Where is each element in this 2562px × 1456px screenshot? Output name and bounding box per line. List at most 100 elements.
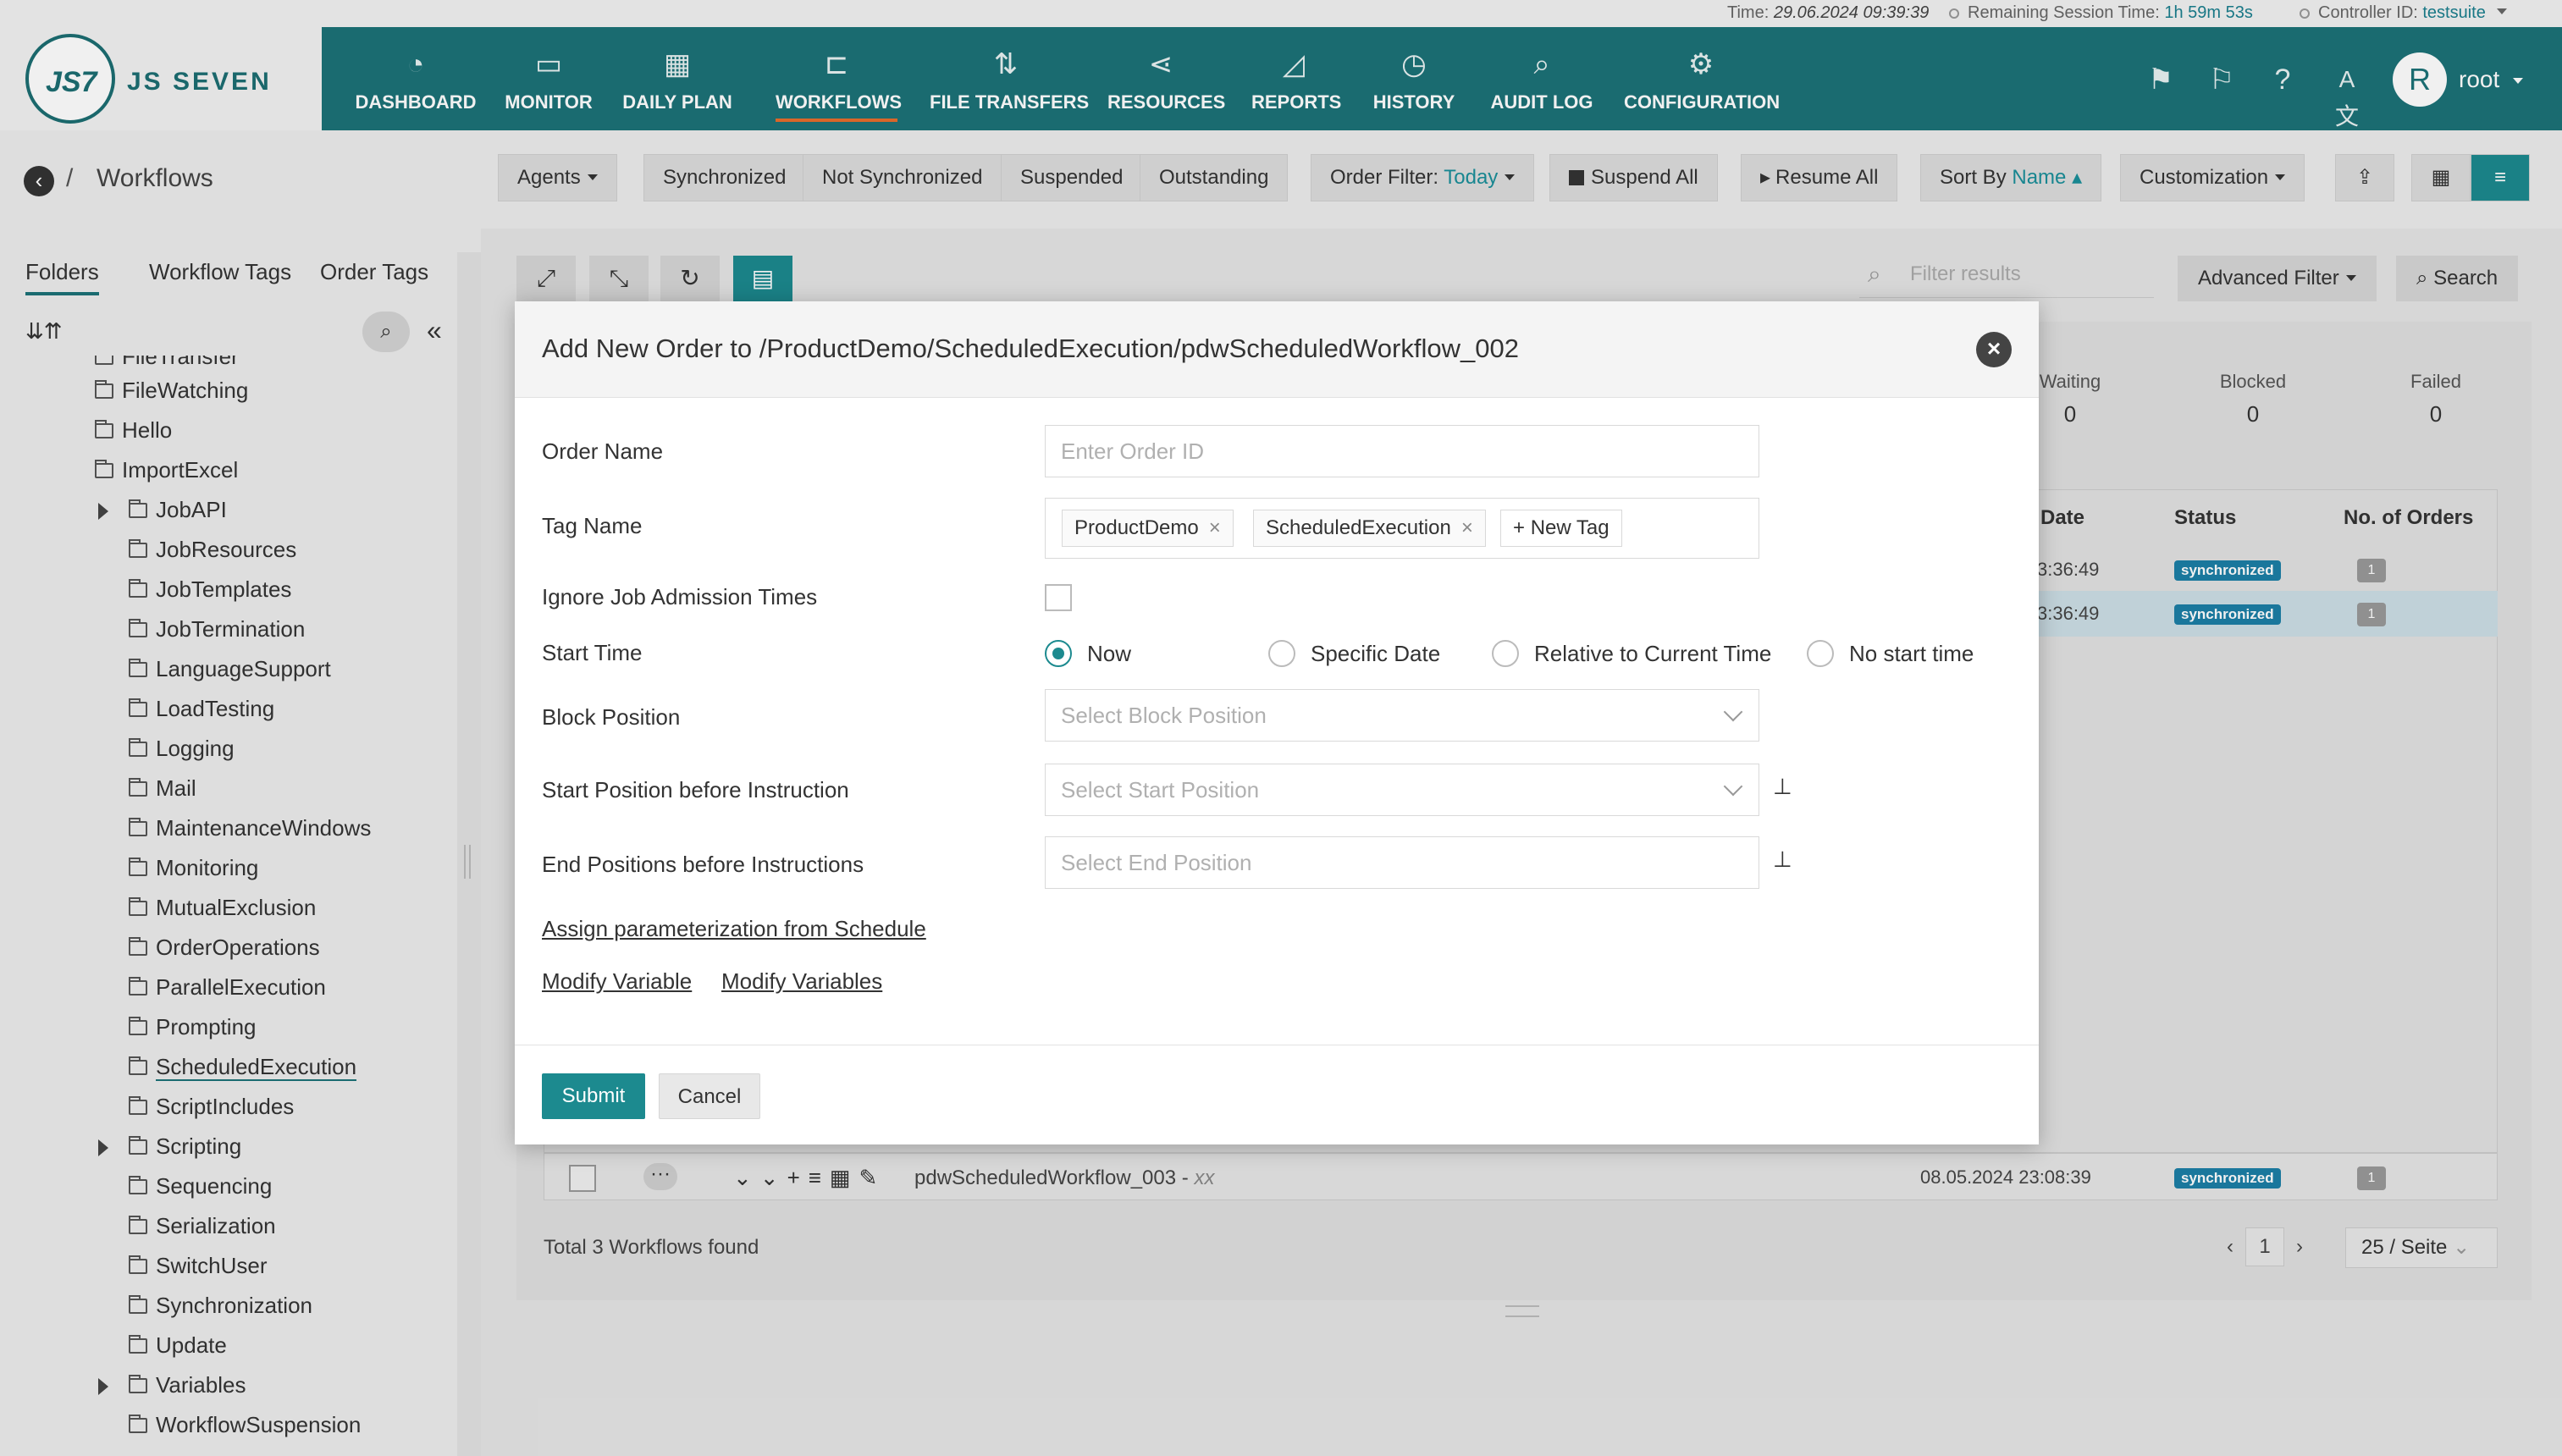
export-icon[interactable]: ⇪ bbox=[2335, 154, 2394, 201]
sort-dropdown[interactable]: Sort By Name ▴ bbox=[1920, 154, 2102, 201]
modify-variable-link[interactable]: Modify Variable bbox=[542, 968, 692, 995]
tree-folder[interactable]: ImportExcel bbox=[95, 457, 238, 483]
expand-all-icon[interactable]: ⤢ bbox=[516, 256, 576, 301]
logo[interactable]: JS7 bbox=[25, 34, 115, 124]
expand-arrow-icon[interactable] bbox=[98, 503, 108, 520]
tree-folder[interactable]: LoadTesting bbox=[129, 696, 274, 722]
resize-handle[interactable] bbox=[1505, 1305, 1539, 1317]
collapse-all-icon[interactable]: ⤡ bbox=[589, 256, 649, 301]
row-tool-icons[interactable]: ⌄⌄+≡▦✎ bbox=[733, 1165, 886, 1191]
filter-outstanding[interactable]: Outstanding bbox=[1140, 154, 1289, 201]
nav-dashboard[interactable]: ◔ DASHBOARD bbox=[354, 27, 478, 130]
hierarchy-icon[interactable]: ⊥ bbox=[1773, 774, 1792, 800]
row-checkbox[interactable] bbox=[569, 1165, 596, 1192]
page-size-select[interactable]: 25 / Seite ⌄ bbox=[2345, 1227, 2498, 1268]
nav-resources[interactable]: ⋖ RESOURCES bbox=[1107, 27, 1225, 130]
language-icon[interactable]: A文 bbox=[2328, 61, 2366, 130]
assign-from-schedule-link[interactable]: Assign parameterization from Schedule bbox=[542, 916, 926, 942]
order-count-badge[interactable]: 1 bbox=[2357, 559, 2386, 582]
nav-file-transfers[interactable]: ⇅ FILE TRANSFERS bbox=[930, 27, 1089, 130]
tree-folder[interactable]: WorkflowSuspension bbox=[129, 1412, 361, 1438]
filter-synchronized[interactable]: Synchronized bbox=[643, 154, 806, 201]
order-name-input[interactable]: Enter Order ID bbox=[1045, 425, 1759, 477]
submit-button[interactable]: Submit bbox=[542, 1073, 645, 1119]
start-now-radio[interactable]: Now bbox=[1045, 640, 1131, 667]
help-icon[interactable]: ? bbox=[2264, 61, 2301, 98]
remove-tag-icon[interactable]: × bbox=[1461, 516, 1473, 539]
page-number[interactable]: 1 bbox=[2245, 1227, 2284, 1266]
search-button[interactable]: ⌕ Search bbox=[2396, 256, 2519, 301]
close-icon[interactable]: × bbox=[1976, 332, 2012, 367]
expand-collapse-all-icon[interactable]: ⇊⇈ bbox=[25, 318, 63, 345]
stat-failed[interactable]: Failed 0 bbox=[2372, 371, 2499, 427]
filter-not-synchronized[interactable]: Not Synchronized bbox=[803, 154, 1002, 201]
tree-folder[interactable]: Monitoring bbox=[129, 855, 258, 881]
tree-folder[interactable]: Sequencing bbox=[129, 1173, 272, 1200]
collapse-panel-icon[interactable]: « bbox=[427, 315, 442, 346]
nav-configuration[interactable]: ⚙ CONFIGURATION bbox=[1624, 27, 1780, 130]
tree-folder[interactable]: OrderOperations bbox=[129, 935, 320, 961]
cancel-button[interactable]: Cancel bbox=[659, 1073, 760, 1119]
panel-splitter[interactable] bbox=[464, 845, 471, 879]
order-count-badge[interactable]: 1 bbox=[2357, 603, 2386, 626]
tree-folder[interactable]: Prompting bbox=[129, 1014, 257, 1040]
start-position-select[interactable]: Select Start Position bbox=[1045, 764, 1759, 816]
workflow-name-link[interactable]: pdwScheduledWorkflow_003 - xx bbox=[914, 1166, 1214, 1190]
next-page-icon[interactable]: › bbox=[2296, 1235, 2303, 1258]
tree-folder-active[interactable]: ScheduledExecution bbox=[129, 1054, 357, 1081]
tree-folder[interactable]: MaintenanceWindows bbox=[129, 815, 371, 841]
nav-daily-plan[interactable]: ▦ DAILY PLAN bbox=[618, 27, 737, 130]
user-menu[interactable]: root bbox=[2459, 66, 2524, 93]
tree-folder[interactable]: JobTemplates bbox=[129, 576, 291, 603]
tree-folder[interactable]: FileTransfer bbox=[95, 356, 239, 370]
list-view-icon[interactable]: ≡ bbox=[2471, 154, 2530, 201]
order-count-badge[interactable]: 1 bbox=[2357, 1166, 2386, 1190]
block-position-select[interactable]: Select Block Position bbox=[1045, 689, 1759, 742]
flag-settings-icon[interactable]: ⚐ bbox=[2203, 61, 2240, 98]
remove-tag-icon[interactable]: × bbox=[1209, 516, 1221, 539]
advanced-filter-button[interactable]: Advanced Filter bbox=[2178, 256, 2377, 301]
tree-folder[interactable]: Serialization bbox=[129, 1213, 276, 1239]
tree-folder[interactable]: Mail bbox=[129, 775, 196, 802]
tree-folder[interactable]: SwitchUser bbox=[129, 1253, 267, 1279]
customization-dropdown[interactable]: Customization bbox=[2120, 154, 2305, 201]
nav-history[interactable]: ◷ HISTORY bbox=[1372, 27, 1456, 130]
agents-dropdown[interactable]: Agents bbox=[498, 154, 617, 201]
tree-folder[interactable]: ScriptIncludes bbox=[129, 1094, 294, 1120]
expand-arrow-icon[interactable] bbox=[98, 1378, 108, 1395]
tag-chip[interactable]: ScheduledExecution × bbox=[1253, 510, 1486, 547]
tree-folder[interactable]: Update bbox=[129, 1332, 227, 1359]
tree-folder[interactable]: JobAPI bbox=[129, 497, 227, 523]
end-position-select[interactable]: Select End Position bbox=[1045, 836, 1759, 889]
refresh-icon[interactable]: ↻ bbox=[660, 256, 720, 301]
back-arrow-icon[interactable]: ‹ bbox=[24, 166, 54, 196]
nav-audit-log[interactable]: ⌕ AUDIT LOG bbox=[1488, 27, 1595, 130]
tree-folder[interactable]: FileWatching bbox=[95, 378, 248, 404]
start-relative-radio[interactable]: Relative to Current Time bbox=[1492, 640, 1771, 667]
tree-folder[interactable]: MutualExclusion bbox=[129, 895, 316, 921]
column-date[interactable]: Date bbox=[2040, 506, 2084, 530]
tab-order-tags[interactable]: Order Tags bbox=[320, 259, 428, 285]
no-start-time-radio[interactable]: No start time bbox=[1807, 640, 1974, 667]
tree-folder[interactable]: LanguageSupport bbox=[129, 656, 331, 682]
modify-variables-link[interactable]: Modify Variables bbox=[721, 968, 882, 995]
tree-folder[interactable]: ParallelExecution bbox=[129, 974, 326, 1001]
tree-folder[interactable]: JobTermination bbox=[129, 616, 305, 643]
flag-icon[interactable]: ⚑ bbox=[2142, 61, 2179, 98]
column-status[interactable]: Status bbox=[2174, 506, 2236, 530]
row-actions-icon[interactable]: ··· bbox=[643, 1163, 677, 1190]
grid-view-icon[interactable]: ▦ bbox=[2411, 154, 2471, 201]
filter-results-input[interactable]: ⌕ Filter results bbox=[1859, 251, 2154, 298]
tab-workflow-tags[interactable]: Workflow Tags bbox=[149, 259, 291, 285]
filter-suspended[interactable]: Suspended bbox=[1001, 154, 1143, 201]
resume-all-button[interactable]: ▸ Resume All bbox=[1741, 154, 1898, 201]
new-tag-button[interactable]: + New Tag bbox=[1500, 510, 1622, 547]
tab-folders[interactable]: Folders bbox=[25, 259, 99, 295]
tree-folder[interactable]: JobResources bbox=[129, 537, 296, 563]
expand-arrow-icon[interactable] bbox=[98, 1139, 108, 1156]
order-filter-dropdown[interactable]: Order Filter: Today bbox=[1311, 154, 1535, 201]
column-orders[interactable]: No. of Orders bbox=[2344, 506, 2473, 530]
ignore-admission-checkbox[interactable] bbox=[1045, 584, 1072, 611]
controller-id[interactable]: Controller ID: testsuite bbox=[2300, 3, 2508, 23]
suspend-all-button[interactable]: Suspend All bbox=[1549, 154, 1718, 201]
